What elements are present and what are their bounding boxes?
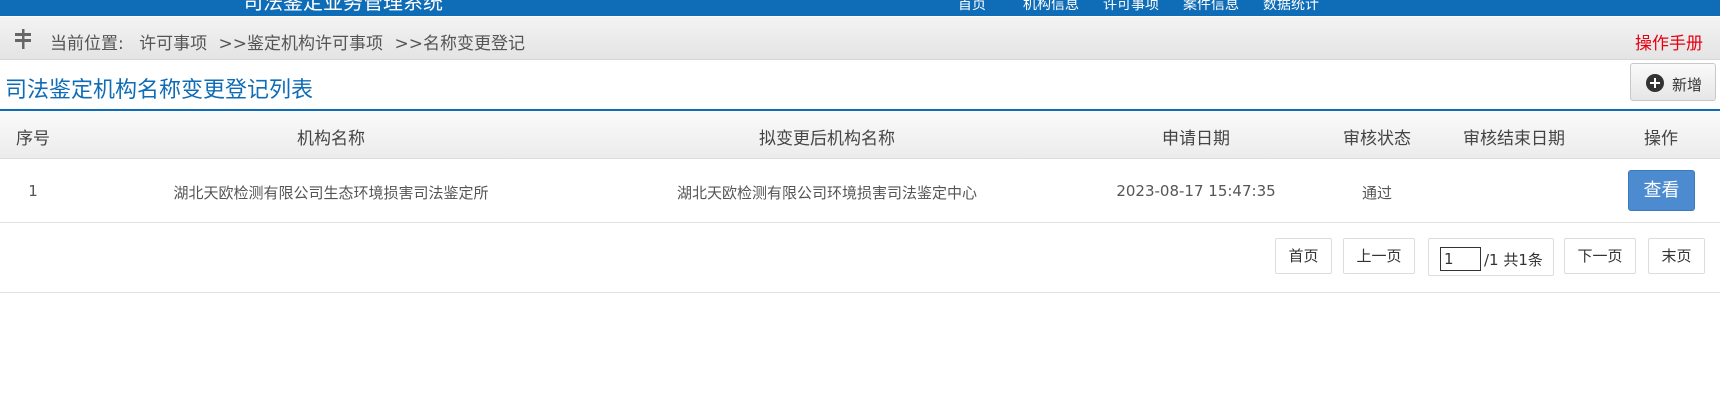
table-row: 1 湖北天欧检测有限公司生态环境损害司法鉴定所 湖北天欧检测有限公司环境损害司法… bbox=[0, 160, 1720, 223]
col-apply-date: 申请日期 bbox=[1162, 129, 1230, 149]
nav-item-cases[interactable]: 案件信息 bbox=[1183, 0, 1239, 14]
manual-link[interactable]: 操作手册 bbox=[1635, 29, 1703, 54]
cell-index: 1 bbox=[28, 182, 38, 200]
col-action: 操作 bbox=[1644, 129, 1678, 149]
next-page-button[interactable]: 下一页 bbox=[1564, 238, 1636, 274]
app-title: 司法鉴定业务管理系统 bbox=[243, 0, 443, 14]
signpost-icon bbox=[15, 29, 31, 49]
breadcrumb: 当前位置: 许可事项 >>鉴定机构许可事项 >>名称变更登记 bbox=[50, 29, 527, 54]
page-total: /1 共1条 bbox=[1484, 251, 1543, 269]
title-row: 司法鉴定机构名称变更登记列表 新增 bbox=[0, 60, 1720, 111]
col-new-name: 拟变更后机构名称 bbox=[759, 129, 895, 149]
page-number-input[interactable] bbox=[1440, 247, 1481, 271]
col-index: 序号 bbox=[16, 129, 50, 149]
top-banner: 司法鉴定业务管理系统 首页 机构信息 许可事项 案件信息 数据统计 bbox=[0, 0, 1720, 16]
cell-org-name: 湖北天欧检测有限公司生态环境损害司法鉴定所 bbox=[173, 184, 489, 202]
page-jump: /1 共1条 bbox=[1428, 238, 1554, 276]
cell-apply-date: 2023-08-17 15:47:35 bbox=[1116, 182, 1276, 200]
cell-new-name: 湖北天欧检测有限公司环境损害司法鉴定中心 bbox=[676, 184, 978, 202]
breadcrumb-item-org-license[interactable]: >>鉴定机构许可事项 bbox=[219, 34, 384, 54]
nav-item-statistics[interactable]: 数据统计 bbox=[1263, 0, 1319, 14]
nav-item-home[interactable]: 首页 bbox=[958, 0, 986, 14]
table-header: 序号 机构名称 拟变更后机构名称 申请日期 审核状态 审核结束日期 操作 bbox=[0, 111, 1720, 159]
first-page-button[interactable]: 首页 bbox=[1275, 238, 1332, 274]
plus-circle-icon bbox=[1646, 74, 1664, 92]
breadcrumb-item-name-change: >>名称变更登记 bbox=[394, 34, 525, 54]
nav-item-org-info[interactable]: 机构信息 bbox=[1023, 0, 1079, 14]
col-status: 审核状态 bbox=[1343, 129, 1411, 149]
add-button-label: 新增 bbox=[1672, 76, 1703, 94]
col-end-date: 审核结束日期 bbox=[1463, 129, 1565, 149]
nav-item-license[interactable]: 许可事项 bbox=[1103, 0, 1159, 14]
last-page-button[interactable]: 末页 bbox=[1648, 238, 1705, 274]
breadcrumb-item-license[interactable]: 许可事项 bbox=[139, 34, 207, 54]
breadcrumb-bar: 当前位置: 许可事项 >>鉴定机构许可事项 >>名称变更登记 操作手册 bbox=[0, 17, 1720, 60]
prev-page-button[interactable]: 上一页 bbox=[1343, 238, 1415, 274]
col-org-name: 机构名称 bbox=[297, 129, 365, 149]
cell-status: 通过 bbox=[1361, 184, 1393, 202]
view-button[interactable]: 查看 bbox=[1628, 170, 1695, 211]
breadcrumb-label: 当前位置: bbox=[50, 34, 124, 54]
add-button[interactable]: 新增 bbox=[1630, 63, 1716, 101]
page-title: 司法鉴定机构名称变更登记列表 bbox=[5, 78, 314, 103]
pagination: 首页 上一页 /1 共1条 下一页 末页 bbox=[0, 224, 1720, 293]
